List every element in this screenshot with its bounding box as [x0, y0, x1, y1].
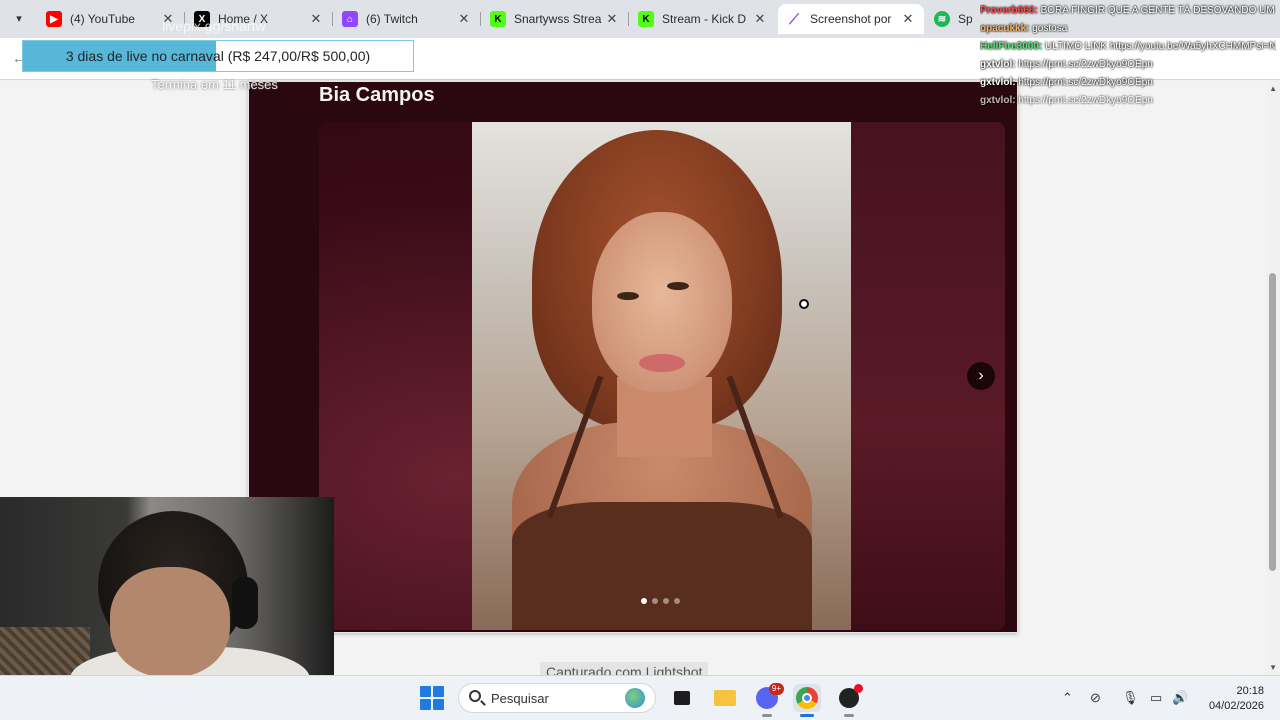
kick-icon: K — [638, 11, 654, 27]
terminal-icon — [674, 691, 690, 705]
chat-text: https://prnt.sc/2zwDkyo9OEpn — [1018, 95, 1153, 106]
chat-text: ULTIMO LINK https://youtu.be/Wa5yhXCHMMP… — [1045, 41, 1276, 52]
profile-photo — [472, 122, 851, 630]
chat-username: Proverb666: — [980, 5, 1038, 16]
recording-dot-icon — [854, 684, 863, 693]
eye-off-icon[interactable]: ⊘ — [1090, 690, 1101, 706]
chat-text: gostosa — [1032, 23, 1068, 34]
tab-search-chevron-icon[interactable]: ▾ — [8, 8, 30, 30]
kick-icon: K — [490, 11, 506, 27]
carousel-dot[interactable] — [641, 598, 647, 604]
close-tab-icon[interactable]: ✕ — [456, 11, 472, 27]
overlay-goal-deadline: Termina em 11 meses — [151, 77, 278, 92]
taskbar-search-input[interactable]: Pesquisar — [458, 683, 656, 713]
close-tab-icon[interactable]: ✕ — [752, 11, 768, 27]
chevron-right-icon: › — [978, 367, 984, 384]
close-tab-icon[interactable]: ✕ — [604, 11, 620, 27]
tab-lightshot-screenshot[interactable]: ⟋ Screenshot por ✕ — [778, 4, 924, 34]
tab-divider — [628, 12, 629, 26]
mouse-cursor-icon — [799, 299, 809, 309]
chevron-up-icon[interactable]: ⌃ — [1062, 690, 1073, 706]
obs-icon — [839, 684, 863, 708]
search-icon — [469, 690, 481, 702]
page-scrollbar[interactable] — [1266, 81, 1280, 675]
carousel-dot[interactable] — [674, 598, 680, 604]
lightshot-feather-icon: ⟋ — [789, 10, 799, 27]
close-tab-icon[interactable]: ✕ — [900, 11, 916, 27]
chat-username: gxtvlol: — [980, 77, 1016, 88]
photo-carousel: › — [319, 122, 1005, 630]
spotify-icon: ≋ — [934, 11, 950, 27]
headphones-icon — [232, 577, 258, 629]
page-title: Bia Campos — [319, 84, 435, 106]
webcam-face — [110, 567, 230, 677]
youtube-icon: ▶ — [46, 11, 62, 27]
scrollbar-thumb[interactable] — [1269, 273, 1276, 571]
running-indicator — [800, 714, 814, 717]
chat-message: gxtvlol: https://prnt.sc/2zwDkyo9OEpn — [980, 56, 1276, 74]
taskbar-app-obs[interactable] — [835, 684, 863, 717]
chat-username: HellFire3000: — [980, 41, 1043, 52]
discord-icon: 9+ — [756, 683, 784, 709]
folder-icon — [714, 690, 736, 706]
chat-username: gxtvlol: — [980, 95, 1016, 106]
carousel-next-button[interactable]: › — [967, 362, 995, 390]
tab-twitch[interactable]: ⌂ (6) Twitch ✕ — [334, 4, 480, 34]
start-logo-tile — [420, 699, 431, 710]
chat-message: Proverb666: BORA FINGIR QUE A GENTE TÁ D… — [980, 2, 1276, 20]
taskbar-app-file-explorer[interactable] — [711, 684, 739, 712]
running-indicator — [762, 714, 772, 717]
carousel-dot[interactable] — [652, 598, 658, 604]
photo-lips — [639, 354, 685, 372]
chat-text: https://prnt.sc/2zwDkyo9OEpn — [1018, 77, 1153, 88]
start-logo-tile — [433, 699, 444, 710]
tab-kick-snartywss[interactable]: K Snartywss Strea ✕ — [482, 4, 628, 34]
tab-divider — [332, 12, 333, 26]
taskbar-app-discord[interactable]: 9+ — [753, 683, 784, 717]
chrome-icon-center — [802, 693, 812, 703]
clock-time: 20:18 — [1236, 685, 1264, 697]
chat-message: opacukkk: gostosa — [980, 20, 1276, 38]
close-tab-icon[interactable]: ✕ — [308, 11, 324, 27]
search-placeholder: Pesquisar — [491, 691, 549, 706]
volume-icon[interactable]: 🔊 — [1172, 690, 1188, 706]
display-icon[interactable]: ▭ — [1150, 690, 1162, 706]
taskbar-app-terminal[interactable] — [668, 684, 696, 712]
chat-text: BORA FINGIR QUE A GENTE TÁ DESOVANDO UM … — [1040, 5, 1276, 16]
photo-eye — [667, 282, 689, 290]
chat-message: HellFire3000: ULTIMO LINK https://youtu.… — [980, 38, 1276, 56]
scroll-down-arrow-icon[interactable]: ▼ — [1269, 663, 1277, 672]
windows-start-button[interactable] — [420, 686, 444, 710]
screenshot-image: Bia Campos › — [248, 81, 1018, 633]
microphone-icon[interactable]: 🎙 — [1122, 690, 1139, 706]
carousel-dot[interactable] — [663, 598, 669, 604]
tab-kick-dashboard[interactable]: K Stream - Kick D ✕ — [630, 4, 776, 34]
start-logo-tile — [420, 686, 431, 697]
chat-text: https://prnt.sc/2zwDkyo9OEpn — [1018, 59, 1153, 70]
photo-eye — [617, 292, 639, 300]
photo-top — [512, 502, 812, 630]
overlay-donation-url: livepix.gg/snartw — [162, 18, 266, 34]
start-logo-tile — [433, 686, 444, 697]
notification-badge: 9+ — [768, 683, 784, 695]
chat-username: opacukkk: — [980, 23, 1030, 34]
clock-date: 04/02/2026 — [1208, 700, 1264, 712]
twitch-icon: ⌂ — [342, 11, 358, 27]
chat-message: gxtvlol: https://prnt.sc/2zwDkyo9OEpn — [980, 74, 1276, 92]
running-indicator — [844, 714, 854, 717]
carousel-pagination — [641, 598, 680, 604]
donation-goal-bar: 3 dias de live no carnaval (R$ 247,00/R$… — [22, 40, 414, 72]
goal-label: 3 dias de live no carnaval (R$ 247,00/R$… — [65, 48, 371, 64]
tab-divider — [480, 12, 481, 26]
chat-username: gxtvlol: — [980, 59, 1016, 70]
stream-chat-overlay: Proverb666: BORA FINGIR QUE A GENTE TÁ D… — [980, 2, 1276, 110]
taskbar-app-chrome[interactable] — [793, 684, 821, 717]
tab-spotify[interactable]: ≋ Spotif — [926, 4, 980, 34]
chat-message: gxtvlol: https://prnt.sc/2zwDkyo9OEpn — [980, 92, 1276, 110]
search-highlight-globe-icon — [625, 688, 645, 708]
chrome-icon — [796, 687, 818, 709]
windows-taskbar: Pesquisar 9+ ⌃ ⊘ 🎙 ▭ 🔊 20:18 04/02/2026 — [0, 675, 1280, 720]
taskbar-clock[interactable]: 20:18 04/02/2026 — [1198, 684, 1264, 714]
